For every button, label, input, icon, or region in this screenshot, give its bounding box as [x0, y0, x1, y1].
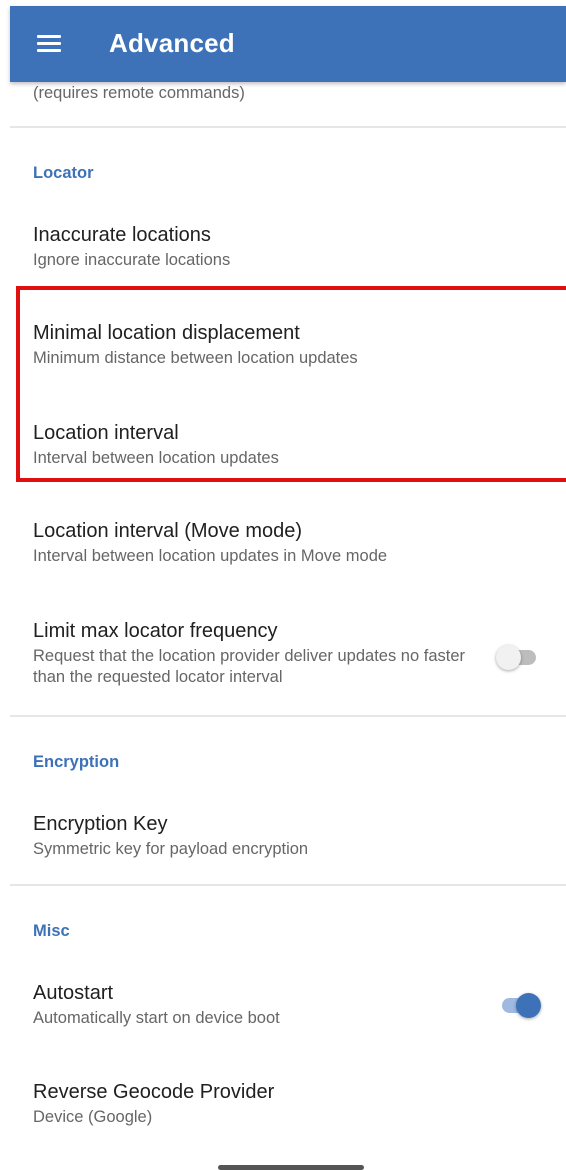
limit-frequency-switch[interactable]: [496, 644, 540, 670]
pref-title: Inaccurate locations: [33, 224, 211, 246]
pref-title: Reverse Geocode Provider: [33, 1081, 275, 1103]
scrolled-item-summary: (requires remote commands): [33, 84, 245, 102]
pref-summary: Request that the location provider deliv…: [33, 647, 466, 686]
pref-reverse-geocode-provider[interactable]: Reverse Geocode Provider Device (Google): [33, 1080, 566, 1128]
gesture-nav-handle[interactable]: [218, 1165, 364, 1170]
divider: [10, 884, 566, 886]
pref-summary: Interval between location updates: [33, 449, 279, 467]
pref-title: Minimal location displacement: [33, 322, 300, 344]
pref-title: Encryption Key: [33, 813, 168, 835]
pref-location-interval[interactable]: Location interval Interval between locat…: [33, 421, 566, 469]
pref-title: Location interval: [33, 422, 179, 444]
pref-limit-max-locator-frequency[interactable]: Limit max locator frequency Request that…: [33, 619, 466, 688]
autostart-switch[interactable]: [496, 992, 541, 1018]
divider: [10, 126, 566, 128]
pref-autostart[interactable]: Autostart Automatically start on device …: [33, 981, 466, 1029]
pref-location-interval-move-mode[interactable]: Location interval (Move mode) Interval b…: [33, 519, 566, 567]
pref-summary: Symmetric key for payload encryption: [33, 840, 309, 858]
pref-summary: Automatically start on device boot: [33, 1009, 280, 1027]
category-misc: Misc: [33, 922, 70, 940]
pref-encryption-key[interactable]: Encryption Key Symmetric key for payload…: [33, 812, 566, 860]
pref-summary: Device (Google): [33, 1108, 153, 1126]
pref-title: Location interval (Move mode): [33, 520, 303, 542]
pref-summary: Interval between location updates in Mov…: [33, 547, 388, 565]
category-locator: Locator: [33, 164, 94, 182]
pref-summary: Minimum distance between location update…: [33, 349, 358, 367]
settings-list[interactable]: (requires remote commands) Locator Inacc…: [10, 82, 566, 1170]
menu-icon[interactable]: [37, 35, 61, 53]
pref-inaccurate-locations[interactable]: Inaccurate locations Ignore inaccurate l…: [33, 223, 566, 271]
page-title: Advanced: [109, 28, 235, 58]
app-bar: Advanced: [10, 6, 566, 82]
pref-minimal-location-displacement[interactable]: Minimal location displacement Minimum di…: [33, 321, 566, 369]
pref-title: Autostart: [33, 982, 114, 1004]
switch-thumb: [516, 993, 541, 1018]
category-encryption: Encryption: [33, 753, 120, 771]
pref-summary: Ignore inaccurate locations: [33, 251, 231, 269]
switch-thumb: [496, 645, 521, 670]
divider: [10, 715, 566, 717]
pref-title: Limit max locator frequency: [33, 620, 278, 642]
